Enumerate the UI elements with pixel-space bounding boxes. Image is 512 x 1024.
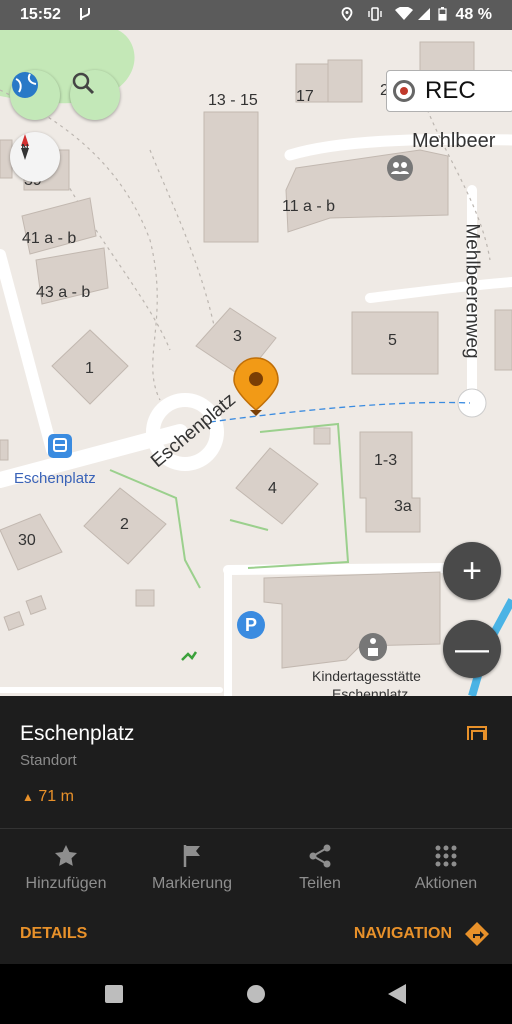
action-bar: Hinzufügen Markierung Teilen Aktionen [0,828,512,906]
search-button[interactable] [70,70,120,120]
place-subtitle: Standort [20,752,77,769]
action-marker[interactable]: Markierung [128,829,256,905]
details-button[interactable]: DETAILS [20,925,87,943]
place-title: Eschenplatz [20,722,135,745]
playground-icon [181,651,198,661]
grid-dots-icon [435,845,457,867]
action-add-label: Hinzufügen [25,875,107,892]
kita-label: Kindertagesstätte [312,668,421,684]
kindergarten-icon[interactable] [358,632,388,662]
sheet-buttons: DETAILS NAVIGATION [0,905,512,964]
label-house-43: 43 a - b [36,284,91,301]
compass-icon: N [21,134,29,160]
bus-stop-icon[interactable] [48,434,72,458]
share-icon [309,844,331,868]
label-house-3: 3 [233,328,242,345]
record-label: REC [425,77,476,104]
navigation-icon [465,922,489,946]
community-icon[interactable] [386,154,414,182]
label-house-30: 30 [18,532,36,549]
record-button[interactable]: REC [386,70,512,112]
distance: ▲ 71 m [22,788,74,806]
label-house-17: 17 [296,88,314,105]
direction-arrow-icon: ▲ [22,790,34,804]
label-house-4: 4 [268,480,277,497]
battery-icon [438,7,447,21]
status-bar: 15:52 48 % [0,0,512,30]
vibrate-icon [368,7,382,21]
navigation-label: NAVIGATION [353,925,452,942]
status-time: 15:52 [20,6,61,23]
compass-button[interactable]: N [10,132,60,182]
label-house-3a: 3a [394,498,412,515]
zoom-in-button[interactable]: + [443,542,501,600]
label-house-11: 11 a - b [282,198,336,215]
system-nav-bar [0,964,512,1024]
svg-text:N: N [21,143,28,154]
action-marker-label: Markierung [151,875,233,892]
label-house-2: 2 [120,516,129,533]
action-add[interactable]: Hinzufügen [2,829,130,905]
fork-icon [80,8,90,20]
signal-icon [418,8,430,20]
label-house-1-3: 1-3 [374,452,398,469]
kita-label-2: Eschenplatz [332,686,409,696]
map-view[interactable]: 13 - 15 17 21 39 41 a - b 43 a - b 11 a … [0,30,512,696]
location-icon [341,7,353,21]
back-icon[interactable] [386,982,408,1006]
location-pin-icon[interactable] [230,356,282,418]
open-tab-icon[interactable] [466,724,490,742]
star-icon [55,845,77,866]
svg-text:P: P [245,615,257,635]
busstop-label: Eschenplatz [14,470,96,487]
parking-icon[interactable]: P [236,610,266,640]
action-more-label: Aktionen [414,875,478,892]
street-label-mehlbeer: Mehlbeer [412,130,496,152]
action-share[interactable]: Teilen [256,829,384,905]
recents-icon[interactable] [104,984,124,1004]
label-house-5: 5 [388,332,397,349]
layers-button[interactable] [10,70,60,120]
label-house-13-15: 13 - 15 [208,92,258,109]
action-share-label: Teilen [299,875,341,892]
wifi-icon [395,7,413,20]
record-icon [393,80,415,102]
distance-value: 71 m [38,788,74,805]
flag-icon [183,845,200,867]
battery-percent: 48 % [455,6,492,23]
label-house-41: 41 a - b [22,230,77,247]
navigation-button[interactable]: NAVIGATION [354,921,490,947]
street-label-mehlbeerenweg: Mehlbeerenweg [461,223,483,359]
label-house-1: 1 [85,360,94,377]
home-icon[interactable] [246,984,266,1004]
search-icon [72,72,95,95]
zoom-out-button[interactable]: — [443,620,501,678]
action-more[interactable]: Aktionen [382,829,510,905]
globe-icon [12,72,38,98]
